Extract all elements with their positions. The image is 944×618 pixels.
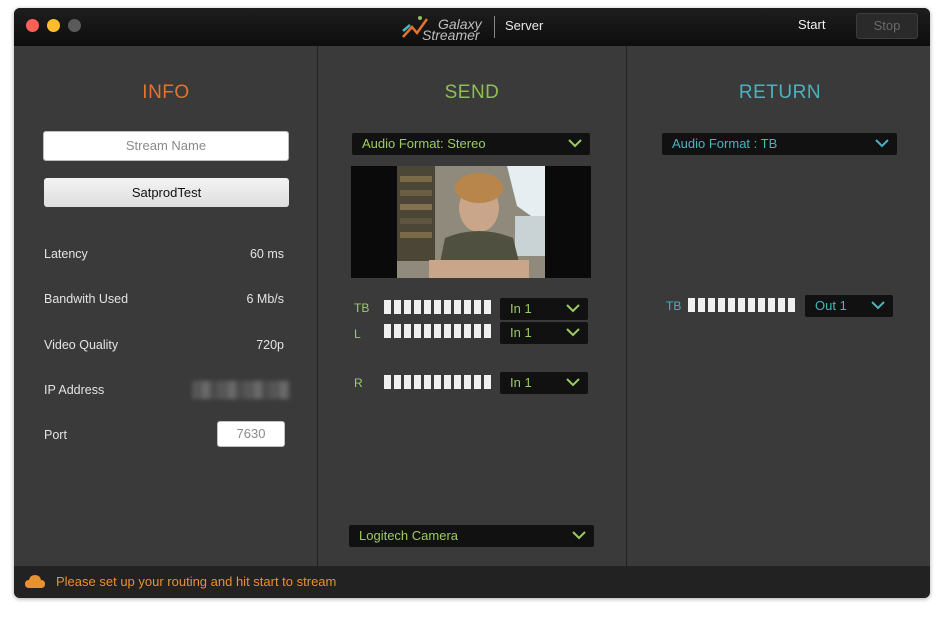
- start-button[interactable]: Start: [798, 17, 825, 32]
- video-quality-value: 720p: [256, 338, 284, 352]
- camera-dropdown[interactable]: Logitech Camera: [349, 525, 594, 547]
- video-quality-label: Video Quality: [44, 338, 119, 352]
- latency-value: 60 ms: [249, 247, 284, 261]
- title-bar: Galaxy Streamer Server Start Stop: [14, 8, 930, 46]
- info-title: INFO: [142, 82, 190, 103]
- bandwidth-label: Bandwith Used: [44, 292, 129, 306]
- send-channel-label-tb: TB: [354, 301, 370, 315]
- send-channel-label-l: L: [354, 327, 361, 341]
- return-output-value: Out 1: [815, 298, 847, 313]
- chevron-down-icon: [572, 531, 586, 540]
- return-output-dropdown[interactable]: Out 1: [805, 295, 893, 317]
- chevron-down-icon: [566, 378, 580, 387]
- column-divider: [626, 46, 627, 566]
- send-audio-format-dropdown[interactable]: Audio Format: Stereo: [352, 133, 590, 155]
- return-audio-format-value: Audio Format : TB: [672, 136, 778, 151]
- mode-label: Server: [505, 18, 544, 33]
- chevron-down-icon: [871, 301, 885, 310]
- app-window: Galaxy Streamer Server Start Stop INFO S…: [14, 8, 930, 598]
- camera-preview-image: [397, 166, 545, 278]
- camera-preview: [351, 166, 591, 278]
- send-input-value-r: In 1: [510, 375, 532, 390]
- logo-text-streamer: Streamer: [422, 27, 480, 43]
- send-audio-format-value: Audio Format: Stereo: [362, 136, 486, 151]
- latency-label: Latency: [44, 247, 88, 261]
- close-window-button[interactable]: [26, 19, 39, 32]
- return-level-meter-tb: [688, 298, 795, 312]
- stream-name-input[interactable]: Stream Name: [43, 131, 289, 161]
- send-level-meter-l: [384, 324, 491, 338]
- send-channel-label-r: R: [354, 376, 363, 390]
- column-divider: [317, 46, 318, 566]
- port-label: Port: [44, 428, 67, 442]
- send-input-value-l: In 1: [510, 325, 532, 340]
- stream-name-button[interactable]: SatprodTest: [44, 178, 289, 207]
- title-divider: [494, 16, 495, 38]
- send-level-meter-r: [384, 375, 491, 389]
- zoom-window-button[interactable]: [68, 19, 81, 32]
- return-title: RETURN: [738, 82, 822, 103]
- ip-address-value-redacted: [192, 381, 290, 399]
- send-title: SEND: [444, 82, 500, 103]
- stop-button[interactable]: Stop: [856, 13, 918, 39]
- port-input[interactable]: 7630: [217, 421, 285, 447]
- return-audio-format-dropdown[interactable]: Audio Format : TB: [662, 133, 897, 155]
- cloud-icon: [25, 575, 45, 588]
- status-bar: Please set up your routing and hit start…: [14, 566, 930, 598]
- camera-value: Logitech Camera: [359, 528, 458, 543]
- chevron-down-icon: [875, 139, 889, 148]
- send-input-dropdown-tb[interactable]: In 1: [500, 298, 588, 320]
- send-input-dropdown-l[interactable]: In 1: [500, 322, 588, 344]
- chevron-down-icon: [568, 139, 582, 148]
- send-input-dropdown-r[interactable]: In 1: [500, 372, 588, 394]
- chevron-down-icon: [566, 304, 580, 313]
- ip-address-label: IP Address: [44, 383, 105, 397]
- chevron-down-icon: [566, 328, 580, 337]
- return-channel-label-tb: TB: [666, 299, 682, 313]
- galaxy-streamer-logo: Galaxy Streamer: [400, 13, 490, 43]
- send-input-value-tb: In 1: [510, 301, 532, 316]
- status-message: Please set up your routing and hit start…: [56, 574, 337, 589]
- bandwidth-value: 6 Mb/s: [246, 292, 284, 306]
- minimize-window-button[interactable]: [47, 19, 60, 32]
- send-level-meter-tb: [384, 300, 491, 314]
